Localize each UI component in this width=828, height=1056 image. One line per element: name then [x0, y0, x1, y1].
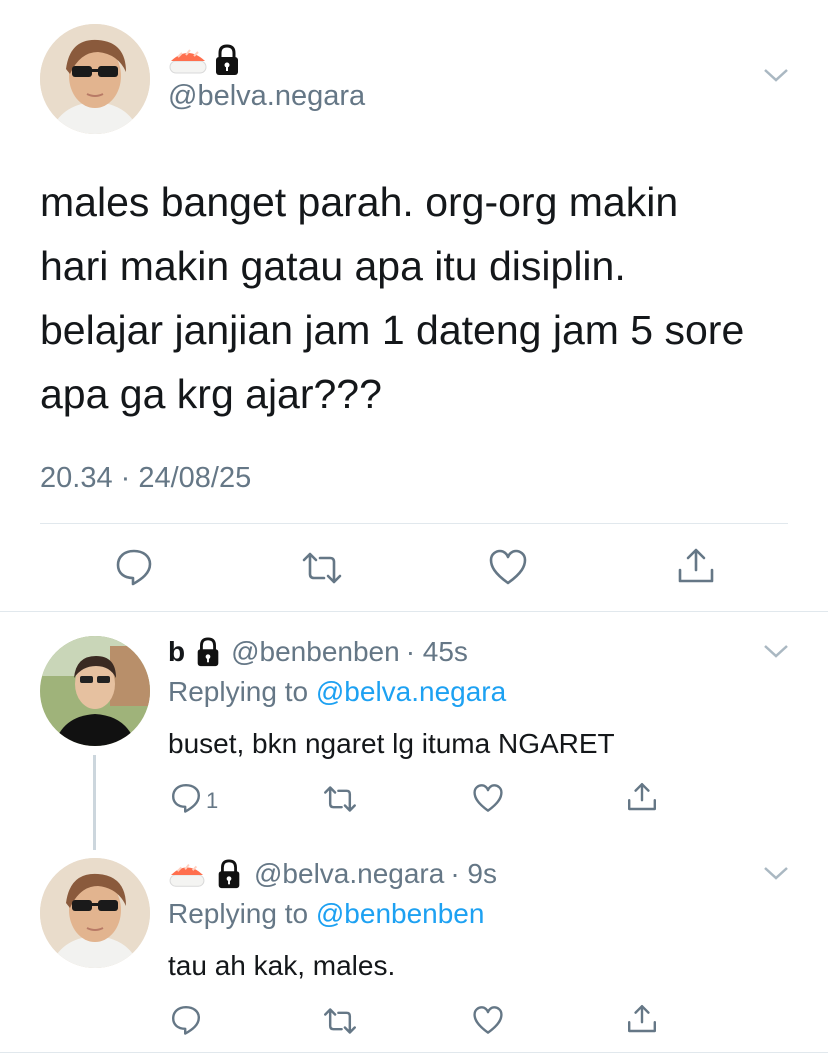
reply-text: tau ah kak, males.: [168, 950, 396, 981]
chevron-down-icon[interactable]: [762, 642, 790, 660]
main-handle[interactable]: @belva.negara: [168, 80, 365, 113]
avatar-belva[interactable]: [40, 24, 150, 134]
chevron-down-icon[interactable]: [762, 864, 790, 882]
main-name-row: [168, 42, 240, 78]
reply-time: · 9s: [450, 858, 498, 889]
avatar-benbenben[interactable]: [40, 636, 150, 746]
share-icon[interactable]: [626, 1003, 658, 1035]
tweet-text-line: males banget parah. org-org makin: [40, 179, 679, 225]
retweet-icon[interactable]: [322, 784, 358, 814]
tweet-text-line: belajar janjian jam 1 dateng jam 5 sore: [40, 307, 745, 353]
chevron-down-icon[interactable]: [762, 66, 790, 84]
share-icon[interactable]: [626, 781, 658, 813]
avatar-belva[interactable]: [40, 858, 150, 968]
reply-header: b @benbenben · 45s: [168, 634, 468, 670]
thread-line: [93, 755, 96, 850]
lock-icon: [214, 44, 240, 76]
reply-handle[interactable]: @benbenben: [231, 636, 400, 668]
reply-icon[interactable]: [114, 547, 154, 587]
reply-icon[interactable]: [170, 782, 202, 814]
divider: [0, 611, 828, 612]
divider: [40, 523, 788, 524]
retweet-icon[interactable]: [322, 1006, 358, 1036]
sushi-icon: [168, 858, 206, 890]
replying-to-label: Replying to: [168, 676, 309, 707]
reply-text: buset, bkn ngaret lg ituma NGARET: [168, 728, 615, 759]
reply-header: @belva.negara · 9s: [168, 856, 497, 892]
replying-to-line: Replying to @benbenben: [168, 898, 484, 930]
retweet-icon[interactable]: [300, 550, 344, 586]
like-icon[interactable]: [472, 1005, 504, 1035]
like-icon[interactable]: [472, 783, 504, 813]
replying-to-handle[interactable]: @benbenben: [316, 898, 485, 929]
like-icon[interactable]: [488, 548, 528, 586]
divider: [0, 1052, 828, 1053]
reply-time: · 45s: [405, 636, 468, 667]
reply-icon[interactable]: [170, 1004, 202, 1036]
sushi-icon: [168, 43, 208, 77]
display-name[interactable]: b: [168, 636, 185, 668]
lock-icon: [216, 859, 242, 889]
tweet-text-line: apa ga krg ajar???: [40, 371, 382, 417]
reply-count: 1: [206, 788, 219, 813]
replying-to-line: Replying to @belva.negara: [168, 676, 506, 708]
tweet-text: males banget parah. org-org makin hari m…: [40, 170, 800, 426]
reply-handle[interactable]: @belva.negara: [254, 858, 444, 890]
share-icon[interactable]: [676, 546, 716, 586]
tweet-text-line: hari makin gatau apa itu disiplin.: [40, 243, 626, 289]
tweet-timestamp[interactable]: 20.34 · 24/08/25: [40, 462, 251, 495]
replying-to-label: Replying to: [168, 898, 309, 929]
lock-icon: [195, 637, 221, 667]
replying-to-handle[interactable]: @belva.negara: [316, 676, 506, 707]
